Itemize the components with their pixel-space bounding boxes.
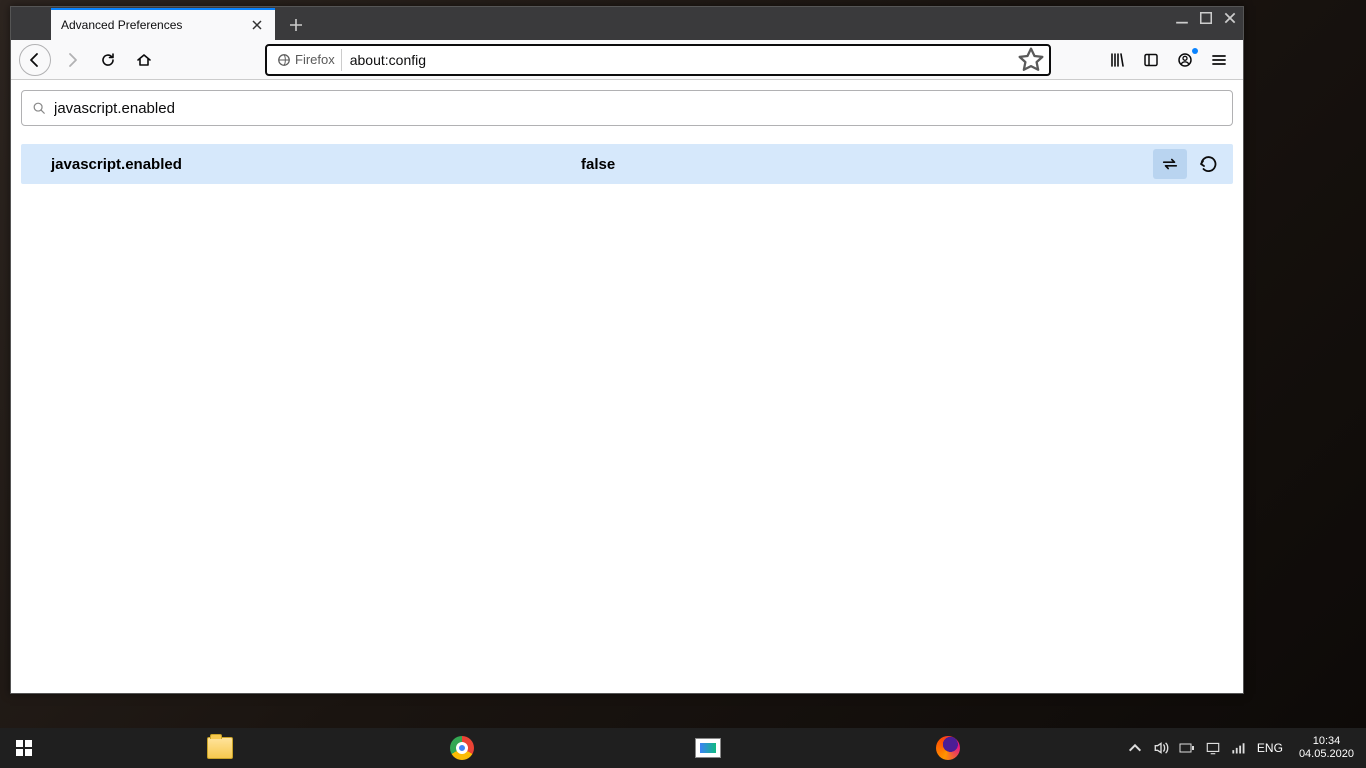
chart-app-icon bbox=[695, 738, 721, 758]
wifi-icon bbox=[1231, 741, 1247, 755]
tray-time: 10:34 bbox=[1299, 735, 1354, 748]
forward-button[interactable] bbox=[57, 45, 87, 75]
arrow-left-icon bbox=[27, 52, 43, 68]
tray-volume[interactable] bbox=[1153, 740, 1169, 756]
pref-search-box[interactable] bbox=[21, 90, 1233, 126]
identity-box[interactable]: Firefox bbox=[271, 49, 342, 71]
maximize-button[interactable] bbox=[1199, 11, 1213, 25]
notification-dot-icon bbox=[1192, 48, 1198, 54]
windows-taskbar: ENG 10:34 04.05.2020 bbox=[0, 728, 1366, 768]
library-button[interactable] bbox=[1101, 45, 1133, 75]
tab-advanced-preferences[interactable]: Advanced Preferences bbox=[51, 8, 275, 40]
taskbar-monitor-app[interactable] bbox=[684, 728, 732, 768]
reload-button[interactable] bbox=[93, 45, 123, 75]
library-icon bbox=[1109, 52, 1125, 68]
tray-network[interactable] bbox=[1205, 740, 1221, 756]
url-bar[interactable]: Firefox bbox=[265, 44, 1051, 76]
url-input[interactable] bbox=[342, 52, 1017, 68]
close-tab-button[interactable] bbox=[249, 17, 265, 33]
bookmark-button[interactable] bbox=[1017, 46, 1045, 74]
window-controls bbox=[1175, 11, 1237, 25]
tray-clock[interactable]: 10:34 04.05.2020 bbox=[1293, 735, 1360, 760]
new-tab-button[interactable] bbox=[281, 10, 311, 40]
firefox-window: Advanced Preferences bbox=[10, 6, 1244, 694]
taskbar-chrome[interactable] bbox=[438, 728, 486, 768]
system-tray: ENG 10:34 04.05.2020 bbox=[1121, 735, 1366, 760]
windows-logo-icon bbox=[15, 739, 33, 757]
tray-language[interactable]: ENG bbox=[1257, 741, 1283, 755]
pref-search-input[interactable] bbox=[54, 100, 1222, 117]
home-button[interactable] bbox=[129, 45, 159, 75]
close-icon bbox=[1223, 11, 1237, 25]
taskbar-explorer[interactable] bbox=[196, 728, 244, 768]
network-icon bbox=[1205, 740, 1221, 756]
start-button[interactable] bbox=[0, 728, 48, 768]
toggle-arrows-icon bbox=[1161, 155, 1179, 173]
arrow-right-icon bbox=[64, 52, 80, 68]
toolbar-right bbox=[1101, 45, 1235, 75]
hamburger-icon bbox=[1211, 52, 1227, 68]
pref-reset-button[interactable] bbox=[1191, 149, 1225, 179]
sidebar-icon bbox=[1143, 52, 1159, 68]
speaker-icon bbox=[1153, 740, 1169, 756]
app-menu-button[interactable] bbox=[1203, 45, 1235, 75]
plus-icon bbox=[289, 18, 303, 32]
reload-icon bbox=[100, 52, 116, 68]
account-button[interactable] bbox=[1169, 45, 1201, 75]
pref-name: javascript.enabled bbox=[21, 156, 581, 173]
tray-expand-button[interactable] bbox=[1127, 740, 1143, 756]
undo-icon bbox=[1199, 155, 1217, 173]
taskbar-firefox[interactable] bbox=[924, 728, 972, 768]
close-window-button[interactable] bbox=[1223, 11, 1237, 25]
pref-toggle-button[interactable] bbox=[1153, 149, 1187, 179]
account-icon bbox=[1177, 52, 1193, 68]
sidebar-button[interactable] bbox=[1135, 45, 1167, 75]
home-icon bbox=[136, 52, 152, 68]
folder-icon bbox=[207, 737, 233, 759]
chevron-up-icon bbox=[1127, 740, 1143, 756]
pref-value: false bbox=[581, 156, 615, 173]
tray-wifi[interactable] bbox=[1231, 740, 1247, 756]
star-icon bbox=[1017, 46, 1045, 74]
page-content: javascript.enabled false bbox=[11, 80, 1243, 693]
tab-strip: Advanced Preferences bbox=[11, 7, 1243, 40]
identity-label: Firefox bbox=[295, 52, 335, 67]
close-icon bbox=[252, 20, 262, 30]
firefox-icon bbox=[936, 736, 960, 760]
firefox-brand-icon bbox=[277, 53, 291, 67]
tab-title: Advanced Preferences bbox=[61, 18, 182, 32]
tray-battery[interactable] bbox=[1179, 740, 1195, 756]
back-button[interactable] bbox=[19, 44, 51, 76]
pref-actions bbox=[1153, 149, 1233, 179]
maximize-icon bbox=[1199, 11, 1213, 25]
minimize-button[interactable] bbox=[1175, 11, 1189, 25]
minimize-icon bbox=[1175, 11, 1189, 25]
search-icon bbox=[32, 101, 46, 115]
navigation-toolbar: Firefox bbox=[11, 40, 1243, 80]
battery-icon bbox=[1179, 743, 1195, 753]
tray-date: 04.05.2020 bbox=[1299, 748, 1354, 761]
pref-row-javascript-enabled[interactable]: javascript.enabled false bbox=[21, 144, 1233, 184]
chrome-icon bbox=[450, 736, 474, 760]
